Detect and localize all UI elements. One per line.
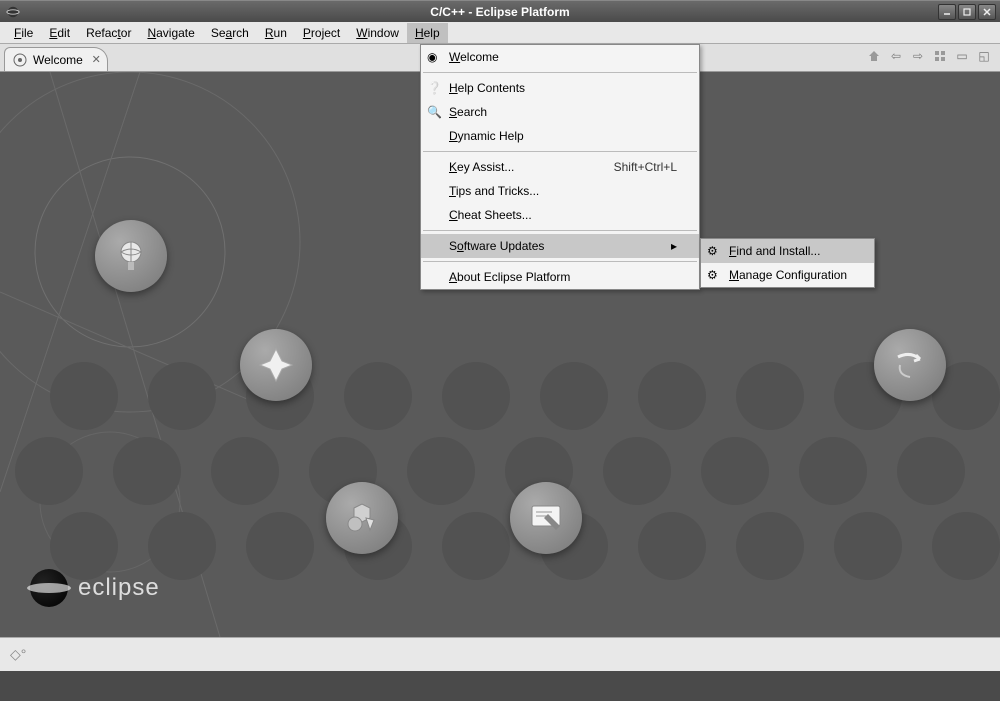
dot-row [0,437,1000,505]
view-toolbar: ⇦ ⇨ ▭ ◱ [866,48,992,64]
tab-welcome[interactable]: Welcome ✕ [4,47,108,71]
eclipse-orb-icon [30,569,68,607]
menu-item-label: Manage Configuration [729,268,847,282]
window-title: C/C++ - Eclipse Platform [430,5,569,19]
status-indicator-icon[interactable]: ◇° [10,646,26,663]
menu-item-key-assist[interactable]: Key Assist... Shift+Ctrl+L [421,155,699,179]
menu-separator [423,261,697,262]
menu-bar: FileEditRefactorNavigateSearchRunProject… [0,22,1000,44]
eclipse-wordmark: eclipse [78,574,160,602]
home-icon[interactable] [866,48,882,64]
menu-item-label: Find and Install... [729,244,820,258]
menu-item-label: Tips and Tricks... [449,184,539,198]
search-icon: 🔍 [427,105,443,119]
menu-project[interactable]: Project [295,23,348,43]
shortcut-label: Shift+Ctrl+L [594,160,677,174]
software-updates-submenu: ⚙ Find and Install... ⚙ Manage Configuratio… [700,238,875,288]
tab-label: Welcome [33,53,83,67]
menu-run[interactable]: Run [257,23,295,43]
menu-edit[interactable]: Edit [41,23,78,43]
maximize-button[interactable] [958,4,976,20]
status-bar: ◇° [0,637,1000,671]
menu-item-label: Cheat Sheets... [449,208,532,222]
menu-item-manage-configuration[interactable]: ⚙ Manage Configuration [701,263,874,287]
menu-item-search[interactable]: 🔍 Search [421,100,699,124]
forward-icon[interactable]: ⇨ [910,48,926,64]
app-icon [6,5,20,19]
submenu-arrow-icon: ▸ [671,239,677,253]
menu-item-label: Search [449,105,487,119]
manage-config-icon: ⚙ [707,268,723,282]
menu-item-tips-and-tricks[interactable]: Tips and Tricks... [421,179,699,203]
view-minimize-icon[interactable]: ▭ [954,48,970,64]
menu-help[interactable]: Help [407,23,448,43]
menu-navigate[interactable]: Navigate [139,23,202,43]
whatsnew-star-icon[interactable] [240,329,312,401]
window-titlebar: C/C++ - Eclipse Platform [0,0,1000,22]
menu-item-label: Help Contents [449,81,525,95]
menu-item-help-contents[interactable]: ❔ Help Contents [421,76,699,100]
close-icon[interactable]: ✕ [92,53,101,66]
menu-item-about-eclipse-platform[interactable]: About Eclipse Platform [421,265,699,289]
close-button[interactable] [978,4,996,20]
menu-window[interactable]: Window [348,23,407,43]
menu-refactor[interactable]: Refactor [78,23,139,43]
overview-globe-icon[interactable] [95,220,167,292]
menu-item-label: Software Updates [449,239,544,253]
menu-item-dynamic-help[interactable]: Dynamic Help [421,124,699,148]
menu-item-find-and-install[interactable]: ⚙ Find and Install... [701,239,874,263]
menu-item-label: About Eclipse Platform [449,270,570,284]
customize-icon[interactable] [932,48,948,64]
menu-item-label: Key Assist... [449,160,514,174]
tutorials-board-icon[interactable] [510,482,582,554]
minimize-button[interactable] [938,4,956,20]
welcome-icon: ◉ [427,50,443,64]
menu-file[interactable]: File [6,23,41,43]
menu-item-software-updates[interactable]: Software Updates ▸ [421,234,699,258]
menu-item-label: Welcome [449,50,499,64]
workbench-arrow-icon[interactable] [874,329,946,401]
menu-item-cheat-sheets[interactable]: Cheat Sheets... [421,203,699,227]
eclipse-logo: eclipse [30,569,160,607]
menu-separator [423,151,697,152]
dot-row [0,362,1000,430]
menu-item-label: Dynamic Help [449,129,524,143]
help-menu-dropdown: ◉ Welcome ❔ Help Contents 🔍 Search Dynamic Hel… [420,44,700,290]
menu-search[interactable]: Search [203,23,257,43]
find-install-icon: ⚙ [707,244,723,258]
welcome-icon [13,53,27,67]
view-maximize-icon[interactable]: ◱ [976,48,992,64]
menu-separator [423,72,697,73]
menu-item-welcome[interactable]: ◉ Welcome [421,45,699,69]
menu-separator [423,230,697,231]
back-icon[interactable]: ⇦ [888,48,904,64]
help-icon: ❔ [427,81,443,95]
samples-cubes-icon[interactable] [326,482,398,554]
